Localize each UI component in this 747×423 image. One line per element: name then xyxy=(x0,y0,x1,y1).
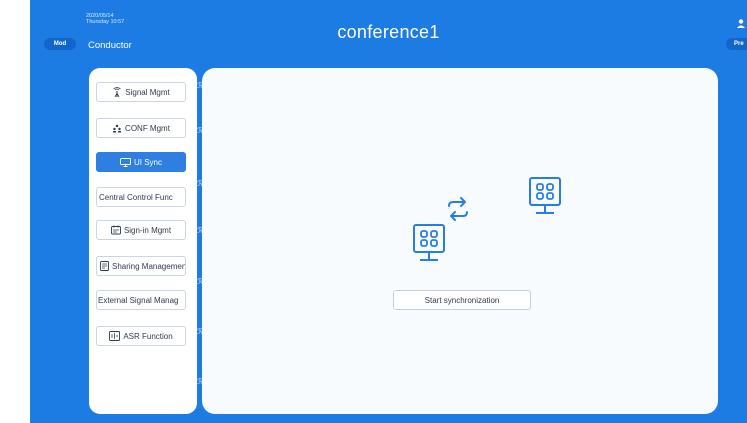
user-icon[interactable] xyxy=(735,18,747,30)
sidebar-item-label: ASR Function xyxy=(123,331,173,341)
main-panel: Start synchronization xyxy=(202,68,718,414)
remote-monitor-icon xyxy=(529,177,561,214)
monitor-icon xyxy=(120,157,131,167)
sidebar-item-asr-function[interactable]: ASR Function xyxy=(96,326,186,346)
sidebar-item-sharing-management[interactable]: Sharing Management xyxy=(96,256,186,276)
sync-arrows-icon xyxy=(448,197,468,221)
sidebar-item-external-signal[interactable]: External Signal Manag xyxy=(96,290,186,310)
sidebar-item-signal-mgmt[interactable]: Signal Mgmt xyxy=(96,82,186,102)
sidebar-item-sign-in-mgmt[interactable]: Sign-in Mgmt xyxy=(96,220,186,240)
sidebar-item-central-control[interactable]: Central Control Func xyxy=(96,187,186,207)
share-icon xyxy=(100,261,109,271)
signin-icon xyxy=(110,225,121,235)
sidebar-item-label: CONF Mgmt xyxy=(125,123,170,133)
sidebar-item-label: Sign-in Mgmt xyxy=(123,225,172,235)
sidebar-item-label: Central Control Func xyxy=(99,192,173,202)
signal-icon xyxy=(113,87,122,97)
people-icon xyxy=(113,124,122,133)
sidebar-item-label: UI Sync xyxy=(133,157,162,167)
asr-icon xyxy=(109,331,121,341)
right-toolbar-button[interactable]: Pre xyxy=(726,38,747,50)
sidebar-item-label: Sharing Management xyxy=(112,261,186,271)
start-synchronization-button[interactable]: Start synchronization xyxy=(393,290,531,310)
sidebar-item-ui-sync[interactable]: UI Sync xyxy=(96,152,186,172)
local-monitor-icon xyxy=(413,224,445,261)
sidebar-item-conf-mgmt[interactable]: CONF Mgmt xyxy=(96,118,186,138)
sidebar-item-label: Signal Mgmt xyxy=(125,87,170,97)
sidebar-item-label: External Signal Manag xyxy=(98,295,179,305)
sidebar: Signal Mgmt CONF Mgmt UI Sync Central Co… xyxy=(89,68,197,414)
app-frame: 2020/05/14 Thursday 10:57 Mod Conductor … xyxy=(30,0,747,423)
page-title: conference1 xyxy=(337,22,440,42)
